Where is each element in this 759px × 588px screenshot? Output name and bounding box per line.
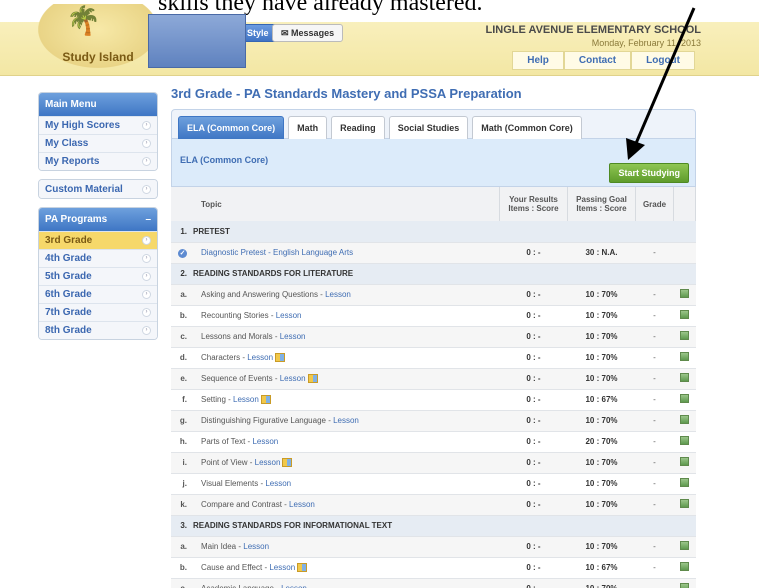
arrow-line xyxy=(632,7,696,149)
annotation-arrow xyxy=(626,7,696,160)
